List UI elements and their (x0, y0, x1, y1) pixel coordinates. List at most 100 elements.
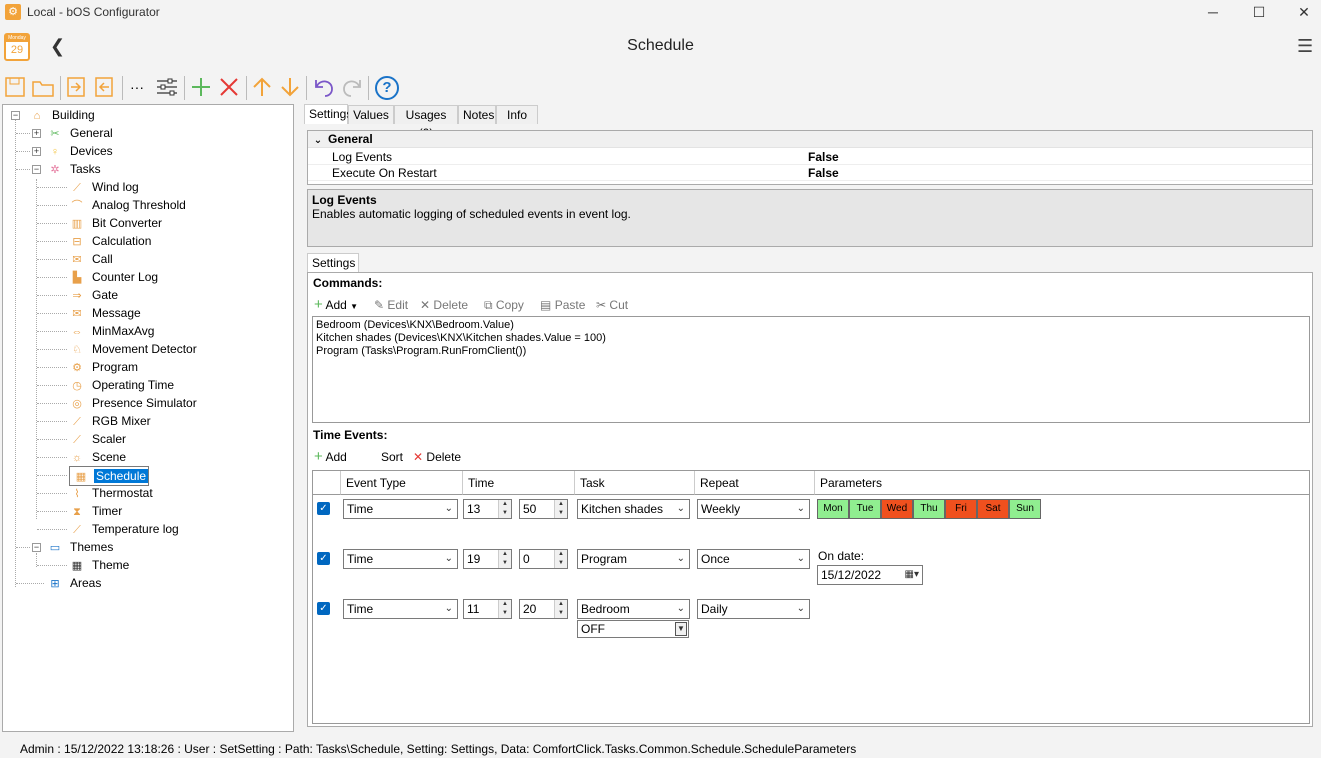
day-toggle-sat[interactable]: Sat (977, 499, 1009, 519)
property-row[interactable]: Log Events False (308, 149, 1312, 165)
delete-time-event-button[interactable]: ✕ Delete (413, 449, 461, 465)
tree-node-task[interactable]: ⌒ Analog Threshold (69, 196, 188, 214)
column-header-task[interactable]: Task (575, 471, 695, 495)
tree-node-task[interactable]: ☼ Scene (69, 448, 128, 466)
caret-down-icon[interactable]: ▼ (675, 622, 687, 636)
move-up-icon[interactable] (251, 76, 273, 98)
tree-node-task[interactable]: ▥ Bit Converter (69, 214, 164, 232)
sort-button[interactable]: Sort (381, 449, 403, 465)
repeat-select[interactable]: Once ⌄ (697, 549, 810, 569)
spin-arrows-icon[interactable]: ▲ ▼ (498, 600, 511, 618)
tree-node-task[interactable]: ▦ Schedule (69, 466, 150, 486)
tree-node-task[interactable]: ⧗ Timer (69, 502, 124, 520)
property-category[interactable]: ⌄ General (308, 131, 1312, 148)
minimize-button[interactable]: ─ (1190, 0, 1236, 24)
task-select[interactable]: Kitchen shades ⌄ (577, 499, 690, 519)
open-folder-icon[interactable] (31, 76, 57, 98)
tree-node-task[interactable]: ◎ Presence Simulator (69, 394, 199, 412)
tree-node-tasks[interactable]: ✲ Tasks (47, 160, 103, 178)
add-time-event-button[interactable]: + Add (314, 449, 347, 465)
chevron-down-icon[interactable]: ⌄ (308, 132, 328, 149)
tree-node-building[interactable]: ⌂ Building (29, 106, 97, 124)
calendar-dropdown-icon[interactable]: ▦▾ (905, 566, 919, 584)
task-select[interactable]: Program ⌄ (577, 549, 690, 569)
tree-node-task[interactable]: ▙ Counter Log (69, 268, 160, 286)
paste-command-button[interactable]: ▤ Paste (540, 297, 585, 313)
undo-icon[interactable] (312, 76, 336, 98)
day-toggle-fri[interactable]: Fri (945, 499, 977, 519)
minute-stepper[interactable]: 0 ▲ ▼ (519, 549, 568, 569)
event-type-select[interactable]: Time ⌄ (343, 549, 458, 569)
column-header-repeat[interactable]: Repeat (695, 471, 815, 495)
more-icon[interactable]: ··· (130, 76, 144, 98)
tree-node-task[interactable]: ♘ Movement Detector (69, 340, 199, 358)
hour-stepper[interactable]: 13 ▲ ▼ (463, 499, 512, 519)
tab-settings[interactable]: Settings (304, 104, 352, 124)
export-icon[interactable] (93, 76, 117, 98)
save-icon[interactable] (4, 76, 28, 98)
close-button[interactable]: ✕ (1281, 0, 1321, 24)
event-enabled-checkbox[interactable]: ✓ (317, 602, 330, 615)
day-toggle-sun[interactable]: Sun (1009, 499, 1041, 519)
spin-arrows-icon[interactable]: ▲ ▼ (554, 550, 567, 568)
subtab-settings[interactable]: Settings (307, 253, 359, 273)
day-toggle-tue[interactable]: Tue (849, 499, 881, 519)
repeat-select[interactable]: Weekly ⌄ (697, 499, 810, 519)
column-header-time[interactable]: Time (463, 471, 575, 495)
expand-toggle[interactable]: + (32, 147, 41, 156)
tab-values[interactable]: Values (348, 105, 394, 124)
add-icon[interactable] (190, 76, 212, 98)
column-header-parameters[interactable]: Parameters (815, 471, 1309, 495)
move-down-icon[interactable] (279, 76, 301, 98)
minute-stepper[interactable]: 20 ▲ ▼ (519, 599, 568, 619)
settings-sliders-icon[interactable] (155, 76, 179, 98)
event-type-select[interactable]: Time ⌄ (343, 599, 458, 619)
commands-list[interactable]: Bedroom (Devices\KNX\Bedroom.Value) Kitc… (312, 316, 1310, 423)
task-select[interactable]: Bedroom ⌄ (577, 599, 690, 619)
hour-stepper[interactable]: 11 ▲ ▼ (463, 599, 512, 619)
event-enabled-checkbox[interactable]: ✓ (317, 502, 330, 515)
tree-node-general[interactable]: ✂ General (47, 124, 115, 142)
add-command-button[interactable]: + Add ▼ (314, 297, 358, 313)
tab-info[interactable]: Info (496, 105, 538, 124)
edit-command-button[interactable]: ✎ Edit (374, 297, 408, 313)
expand-toggle[interactable]: + (32, 129, 41, 138)
list-item[interactable]: Program (Tasks\Program.RunFromClient()) (316, 345, 1306, 358)
property-value[interactable]: False (808, 149, 839, 165)
cut-command-button[interactable]: ✂ Cut (596, 297, 628, 313)
tree-node-task[interactable]: ⇔ MinMaxAvg (69, 322, 156, 340)
spin-arrows-icon[interactable]: ▲ ▼ (554, 600, 567, 618)
import-icon[interactable] (65, 76, 89, 98)
tree-node-task[interactable]: ◷ Operating Time (69, 376, 176, 394)
task-value-select[interactable]: OFF ▼ (577, 620, 689, 638)
delete-icon[interactable] (218, 76, 240, 98)
tree-node-task[interactable]: ⟋ Scaler (69, 430, 128, 448)
date-picker[interactable]: 15/12/2022 ▦▾ (817, 565, 923, 585)
minute-stepper[interactable]: 50 ▲ ▼ (519, 499, 568, 519)
tree-node-task[interactable]: ⚙ Program (69, 358, 140, 376)
tab-usages[interactable]: Usages (0) (394, 105, 458, 140)
tree-node-task[interactable]: ⌇ Thermostat (69, 484, 155, 502)
tree-node-task[interactable]: ✉ Call (69, 250, 115, 268)
day-toggle-mon[interactable]: Mon (817, 499, 849, 519)
tree-node-task[interactable]: ✉ Message (69, 304, 143, 322)
tree-node-task[interactable]: ⊟ Calculation (69, 232, 153, 250)
hour-stepper[interactable]: 19 ▲ ▼ (463, 549, 512, 569)
day-toggle-thu[interactable]: Thu (913, 499, 945, 519)
spin-arrows-icon[interactable]: ▲ ▼ (554, 500, 567, 518)
event-type-select[interactable]: Time ⌄ (343, 499, 458, 519)
tree-node-theme[interactable]: ▦ Theme (69, 556, 131, 574)
tree-node-themes[interactable]: ▭ Themes (47, 538, 115, 556)
tree-node-task[interactable]: ⇒ Gate (69, 286, 120, 304)
repeat-select[interactable]: Daily ⌄ (697, 599, 810, 619)
list-item[interactable]: Kitchen shades (Devices\KNX\Kitchen shad… (316, 332, 1306, 345)
maximize-button[interactable]: ☐ (1236, 0, 1282, 24)
redo-icon[interactable] (340, 76, 364, 98)
list-item[interactable]: Bedroom (Devices\KNX\Bedroom.Value) (316, 319, 1306, 332)
collapse-toggle[interactable]: − (32, 543, 41, 552)
copy-command-button[interactable]: ⧉ Copy (484, 297, 524, 313)
help-icon[interactable]: ? (375, 76, 399, 100)
property-row[interactable]: Execute On Restart False (308, 165, 1312, 181)
tree-node-task[interactable]: ⟋ RGB Mixer (69, 412, 153, 430)
property-value[interactable]: False (808, 165, 839, 181)
